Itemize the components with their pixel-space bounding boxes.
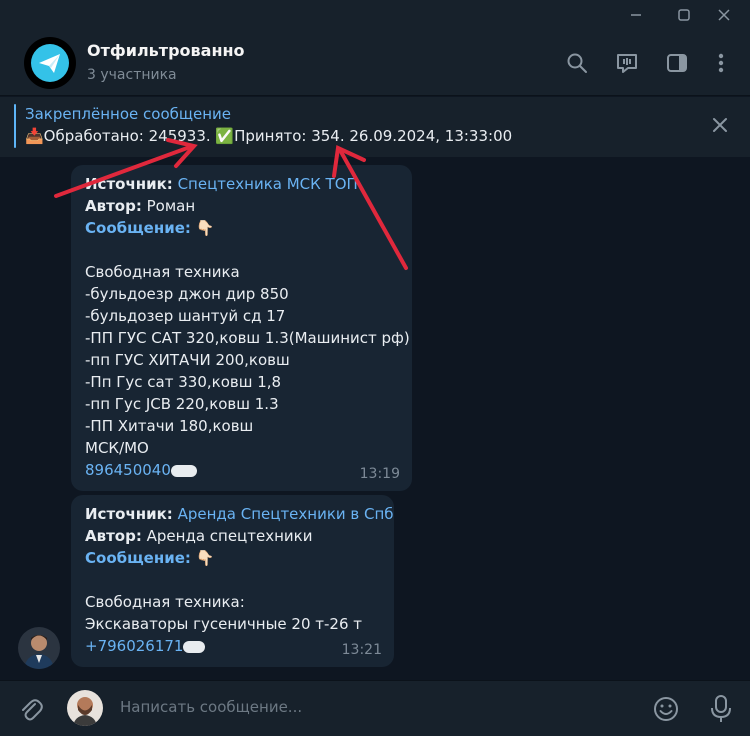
annotation-arrows: [54, 138, 408, 270]
emoji-icon[interactable]: [652, 695, 680, 723]
microphone-icon[interactable]: [708, 694, 734, 724]
red-arrow-left: [54, 145, 192, 198]
user-avatar[interactable]: [67, 690, 103, 726]
red-arrow-right: [338, 148, 408, 270]
message-composer: Написать сообщение...: [0, 680, 750, 736]
attach-icon[interactable]: [18, 697, 44, 723]
message-input[interactable]: Написать сообщение...: [120, 698, 302, 716]
